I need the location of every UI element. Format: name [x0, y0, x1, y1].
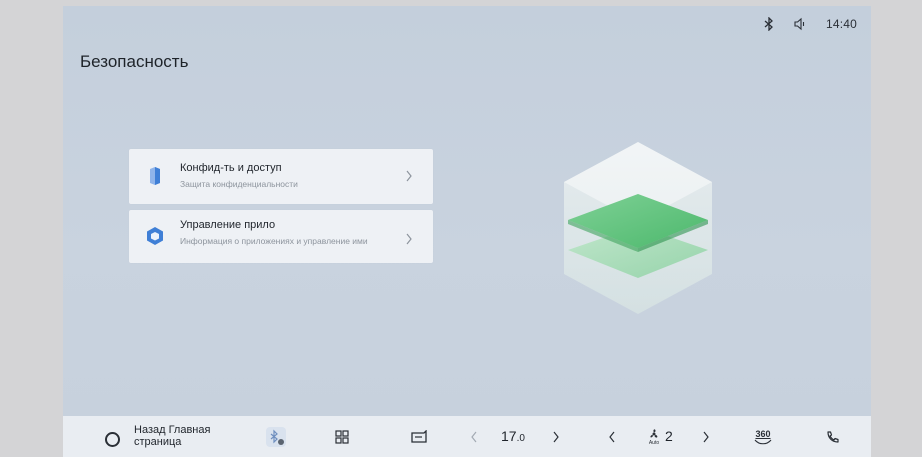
- bluetooth-gear-icon: [266, 426, 286, 447]
- clock: 14:40: [825, 17, 857, 31]
- card-subtitle: Информация о приложениях и управление им…: [180, 236, 368, 246]
- fan-level: 2: [665, 428, 673, 444]
- temperature-value: 17: [501, 428, 517, 444]
- security-layers-illustration: [558, 138, 718, 318]
- car-seat-icon: [411, 429, 427, 443]
- fan-mode-label: Auto: [648, 439, 660, 446]
- phone-button[interactable]: [823, 416, 843, 457]
- fan-decrease-button[interactable]: [603, 416, 621, 457]
- fan-icon: [650, 428, 658, 438]
- apps-grid-button[interactable]: [330, 416, 354, 457]
- phone-icon: [827, 430, 839, 443]
- volume-icon[interactable]: [794, 17, 808, 31]
- camera-360-label: 360: [755, 428, 771, 439]
- card-title: Конфид-ть и доступ: [180, 162, 282, 174]
- card-title: Управление прило: [180, 219, 276, 231]
- chevron-right-icon: [405, 232, 413, 245]
- chevron-left-icon: [471, 431, 477, 442]
- camera-360-button[interactable]: 360: [749, 416, 777, 457]
- back-home-button[interactable]: Назад Главная страница: [79, 416, 210, 457]
- apps-grid-icon: [335, 429, 349, 444]
- fan-mode-indicator: Auto: [643, 416, 665, 457]
- privacy-shield-icon: [146, 166, 164, 186]
- bluetooth-icon[interactable]: [762, 17, 776, 31]
- chevron-right-icon: [405, 169, 413, 182]
- temperature-decimal: .0: [516, 433, 525, 444]
- chevron-right-icon: [553, 431, 559, 442]
- app-management-card[interactable]: Управление прило Информация о приложения…: [129, 210, 433, 263]
- page-title: Безопасность: [80, 52, 189, 71]
- app-cube-icon: [146, 226, 164, 246]
- privacy-access-card[interactable]: Конфид-ть и доступ Защита конфиденциальн…: [129, 149, 433, 204]
- temp-increase-button[interactable]: [547, 416, 565, 457]
- chevron-left-icon: [609, 431, 615, 442]
- bottom-dock: Назад Главная страница 17.0 Auto 2 360: [63, 416, 871, 457]
- temp-decrease-button[interactable]: [465, 416, 483, 457]
- seat-button[interactable]: [407, 416, 431, 457]
- chevron-right-icon: [703, 431, 709, 442]
- bluetooth-settings-button[interactable]: [261, 416, 291, 457]
- temperature-display: 17.0: [501, 428, 525, 444]
- card-subtitle: Защита конфиденциальности: [180, 179, 298, 189]
- fan-increase-button[interactable]: [697, 416, 715, 457]
- rotate-arc-icon: [754, 439, 772, 444]
- screen: 14:40 Безопасность Конфид-ть и доступ За…: [63, 6, 871, 457]
- back-home-label: Назад Главная страница: [134, 424, 211, 448]
- status-bar: 14:40: [762, 15, 857, 33]
- home-circle-icon: [105, 432, 120, 447]
